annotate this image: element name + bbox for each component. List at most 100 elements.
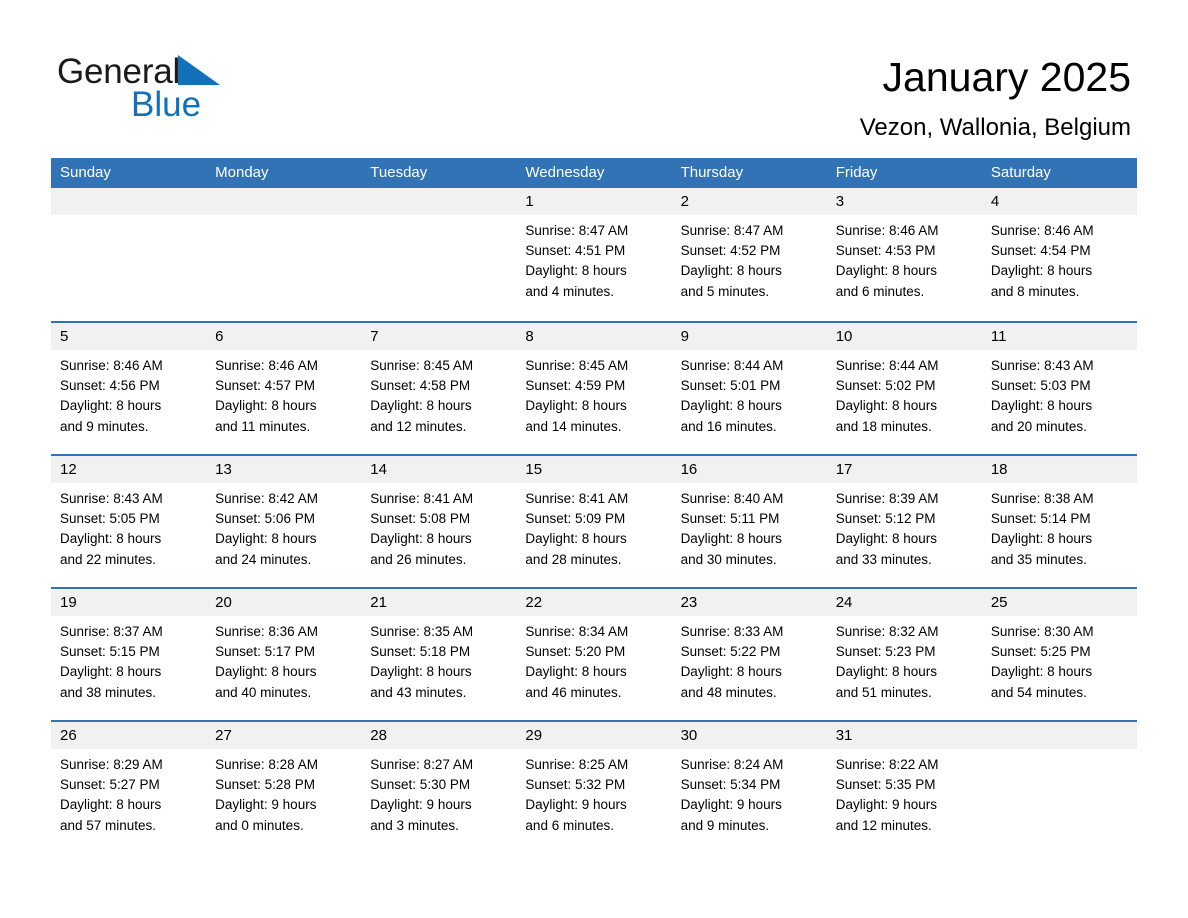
day-cell[interactable] [981, 722, 1137, 853]
day-details: Sunrise: 8:39 AM Sunset: 5:12 PM Dayligh… [827, 483, 982, 570]
sunset-text: Sunset: 5:22 PM [680, 644, 781, 660]
day-cell[interactable]: 8 Sunrise: 8:45 AM Sunset: 4:59 PM Dayli… [516, 323, 672, 454]
day-details: Sunrise: 8:27 AM Sunset: 5:30 PM Dayligh… [361, 749, 516, 836]
day-number: 26 [51, 722, 207, 749]
daylight-text-line1: Daylight: 8 hours [680, 263, 782, 279]
daylight-text-line2: and 30 minutes. [680, 551, 777, 567]
day-cell[interactable]: 28 Sunrise: 8:27 AM Sunset: 5:30 PM Dayl… [361, 722, 517, 853]
sunset-text: Sunset: 5:35 PM [835, 777, 936, 793]
weekday-header-saturday: Saturday [990, 164, 1051, 181]
day-cell[interactable]: 5 Sunrise: 8:46 AM Sunset: 4:56 PM Dayli… [51, 323, 207, 454]
day-cell[interactable]: 1 Sunrise: 8:47 AM Sunset: 4:51 PM Dayli… [516, 188, 672, 321]
sunrise-text: Sunrise: 8:41 AM [525, 491, 629, 506]
sunrise-text: Sunrise: 8:45 AM [370, 358, 474, 373]
sunset-text: Sunset: 5:08 PM [370, 511, 471, 527]
sunrise-text: Sunrise: 8:43 AM [60, 491, 163, 506]
sunrise-text: Sunrise: 8:30 AM [990, 624, 1094, 639]
day-cell[interactable]: 10 Sunrise: 8:44 AM Sunset: 5:02 PM Dayl… [826, 323, 982, 454]
day-number: 21 [361, 589, 517, 616]
day-details: Sunrise: 8:41 AM Sunset: 5:08 PM Dayligh… [361, 483, 516, 570]
sunrise-text: Sunrise: 8:47 AM [680, 223, 784, 238]
logo-text-blue: Blue [131, 85, 202, 124]
day-cell[interactable] [206, 188, 362, 321]
day-details: Sunrise: 8:43 AM Sunset: 5:05 PM Dayligh… [51, 483, 206, 570]
sunrise-text: Sunrise: 8:37 AM [60, 624, 163, 639]
sunset-text: Sunset: 5:27 PM [60, 777, 160, 793]
day-cell[interactable] [361, 188, 517, 321]
daylight-text-line2: and 8 minutes. [990, 283, 1080, 299]
day-cell[interactable]: 7 Sunrise: 8:45 AM Sunset: 4:58 PM Dayli… [361, 323, 517, 454]
sunset-text: Sunset: 5:25 PM [990, 644, 1091, 660]
daylight-text-line1: Daylight: 9 hours [835, 797, 938, 813]
day-cell[interactable]: 30 Sunrise: 8:24 AM Sunset: 5:34 PM Dayl… [671, 722, 827, 853]
sunset-text: Sunset: 5:06 PM [215, 511, 315, 527]
daylight-text-line2: and 4 minutes. [525, 283, 614, 299]
day-cell[interactable]: 11 Sunrise: 8:43 AM Sunset: 5:03 PM Dayl… [981, 323, 1137, 454]
sunrise-text: Sunrise: 8:44 AM [680, 358, 784, 373]
day-details: Sunrise: 8:44 AM Sunset: 5:01 PM Dayligh… [672, 350, 827, 437]
day-details: Sunrise: 8:44 AM Sunset: 5:02 PM Dayligh… [827, 350, 982, 437]
daylight-text-line2: and 28 minutes. [525, 551, 622, 567]
day-details: Sunrise: 8:28 AM Sunset: 5:28 PM Dayligh… [206, 749, 361, 836]
sunset-text: Sunset: 4:54 PM [990, 243, 1091, 259]
day-details [982, 749, 1137, 755]
daylight-text-line2: and 12 minutes. [370, 418, 467, 434]
day-cell[interactable]: 15 Sunrise: 8:41 AM Sunset: 5:09 PM Dayl… [516, 456, 672, 587]
day-cell[interactable] [51, 188, 207, 321]
day-cell[interactable]: 20 Sunrise: 8:36 AM Sunset: 5:17 PM Dayl… [206, 589, 362, 720]
day-cell[interactable]: 14 Sunrise: 8:41 AM Sunset: 5:08 PM Dayl… [361, 456, 517, 587]
day-cell[interactable]: 17 Sunrise: 8:39 AM Sunset: 5:12 PM Dayl… [826, 456, 982, 587]
sunset-text: Sunset: 5:01 PM [680, 378, 781, 394]
page-header: General Blue January 2025 Vezon, Walloni… [0, 0, 1188, 158]
sunset-text: Sunset: 4:53 PM [835, 243, 936, 259]
day-cell[interactable]: 6 Sunrise: 8:46 AM Sunset: 4:57 PM Dayli… [206, 323, 362, 454]
day-cell[interactable]: 19 Sunrise: 8:37 AM Sunset: 5:15 PM Dayl… [51, 589, 207, 720]
day-cell[interactable]: 24 Sunrise: 8:32 AM Sunset: 5:23 PM Dayl… [826, 589, 982, 720]
daylight-text-line1: Daylight: 9 hours [525, 797, 627, 813]
sunrise-text: Sunrise: 8:35 AM [370, 624, 474, 639]
calendar-page: General Blue January 2025 Vezon, Walloni… [0, 0, 1188, 918]
day-cell[interactable]: 26 Sunrise: 8:29 AM Sunset: 5:27 PM Dayl… [51, 722, 207, 853]
weekday-header-row: Sunday Monday Tuesday Wednesday Thursday… [51, 158, 1137, 188]
day-cell[interactable]: 16 Sunrise: 8:40 AM Sunset: 5:11 PM Dayl… [671, 456, 827, 587]
day-cell[interactable]: 29 Sunrise: 8:25 AM Sunset: 5:32 PM Dayl… [516, 722, 672, 853]
day-cell[interactable]: 18 Sunrise: 8:38 AM Sunset: 5:14 PM Dayl… [981, 456, 1137, 587]
day-number: 19 [51, 589, 207, 616]
day-cell[interactable]: 13 Sunrise: 8:42 AM Sunset: 5:06 PM Dayl… [206, 456, 362, 587]
day-number: 12 [51, 456, 207, 483]
daylight-text-line1: Daylight: 8 hours [680, 664, 782, 680]
day-cell[interactable]: 22 Sunrise: 8:34 AM Sunset: 5:20 PM Dayl… [516, 589, 672, 720]
daylight-text-line1: Daylight: 8 hours [835, 531, 938, 547]
day-number: 27 [206, 722, 362, 749]
day-cell[interactable]: 31 Sunrise: 8:22 AM Sunset: 5:35 PM Dayl… [826, 722, 982, 853]
daylight-text-line2: and 3 minutes. [370, 817, 459, 833]
day-cell[interactable]: 27 Sunrise: 8:28 AM Sunset: 5:28 PM Dayl… [206, 722, 362, 853]
day-cell[interactable]: 4 Sunrise: 8:46 AM Sunset: 4:54 PM Dayli… [981, 188, 1137, 321]
sunset-text: Sunset: 4:56 PM [60, 378, 160, 394]
general-blue-logo[interactable]: General Blue [57, 52, 357, 132]
day-cell[interactable]: 21 Sunrise: 8:35 AM Sunset: 5:18 PM Dayl… [361, 589, 517, 720]
sunset-text: Sunset: 5:02 PM [835, 378, 936, 394]
daylight-text-line1: Daylight: 8 hours [525, 664, 627, 680]
day-cell[interactable]: 23 Sunrise: 8:33 AM Sunset: 5:22 PM Dayl… [671, 589, 827, 720]
daylight-text-line2: and 46 minutes. [525, 684, 622, 700]
sunset-text: Sunset: 5:20 PM [525, 644, 626, 660]
sunrise-text: Sunrise: 8:22 AM [835, 757, 939, 772]
day-number: 31 [826, 722, 982, 749]
sunset-text: Sunset: 5:09 PM [525, 511, 626, 527]
day-cell[interactable]: 3 Sunrise: 8:46 AM Sunset: 4:53 PM Dayli… [826, 188, 982, 321]
day-number [206, 188, 362, 215]
day-number: 25 [981, 589, 1137, 616]
day-number: 30 [671, 722, 827, 749]
day-cell[interactable]: 12 Sunrise: 8:43 AM Sunset: 5:05 PM Dayl… [51, 456, 207, 587]
day-cell[interactable]: 25 Sunrise: 8:30 AM Sunset: 5:25 PM Dayl… [981, 589, 1137, 720]
weekday-header-friday: Friday [835, 164, 878, 181]
daylight-text-line1: Daylight: 8 hours [60, 664, 162, 680]
day-cell[interactable]: 2 Sunrise: 8:47 AM Sunset: 4:52 PM Dayli… [671, 188, 827, 321]
day-number: 6 [206, 323, 362, 350]
day-cell[interactable]: 9 Sunrise: 8:44 AM Sunset: 5:01 PM Dayli… [671, 323, 827, 454]
daylight-text-line2: and 5 minutes. [680, 283, 770, 299]
daylight-text-line2: and 9 minutes. [60, 418, 149, 434]
sunset-text: Sunset: 5:18 PM [370, 644, 471, 660]
sunset-text: Sunset: 5:30 PM [370, 777, 471, 793]
